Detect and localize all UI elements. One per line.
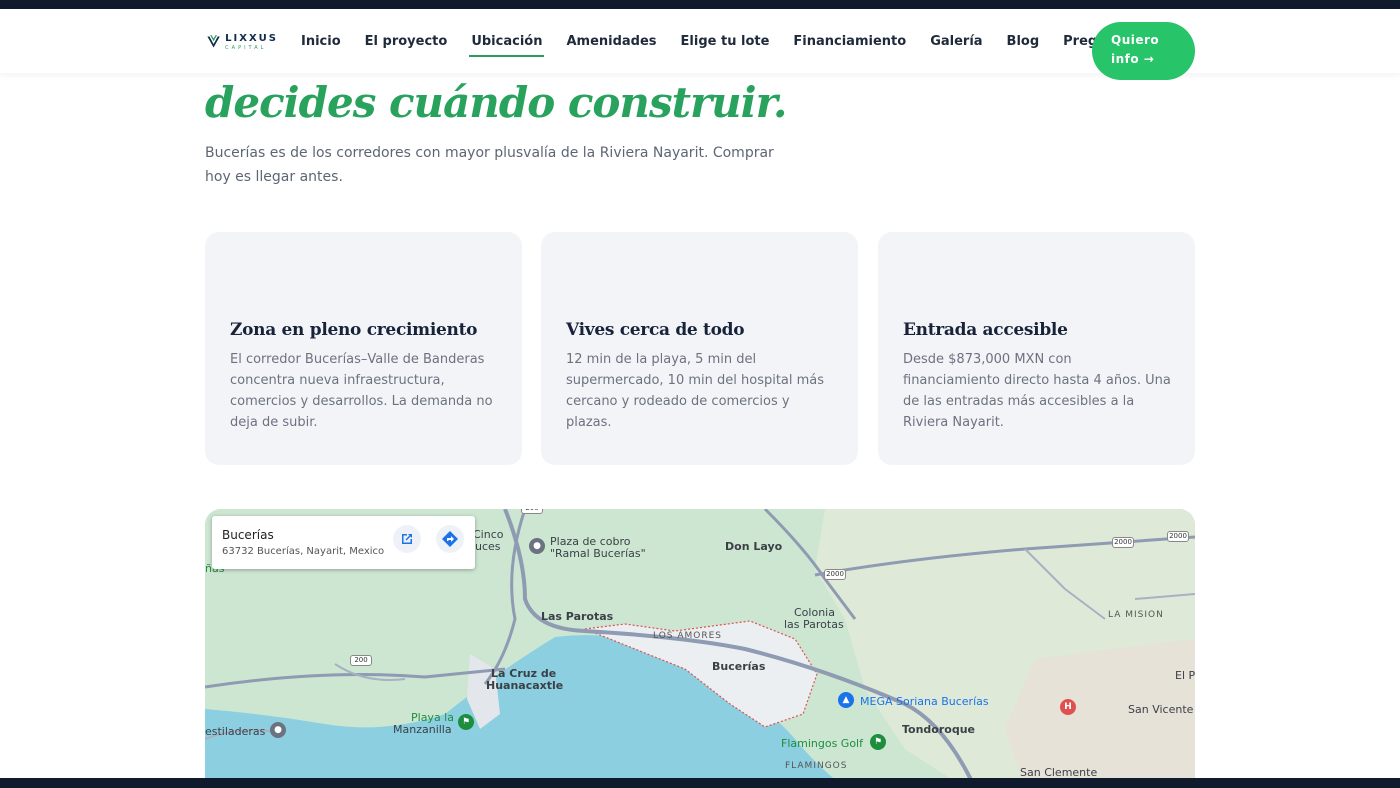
highway-200-shield: 200 xyxy=(521,509,543,514)
map-label: estiladeras xyxy=(205,725,266,738)
nav-link-blog[interactable]: Blog xyxy=(1007,34,1040,49)
open-in-new-icon xyxy=(402,534,412,544)
map-label: Don Layo xyxy=(725,540,783,553)
feature-card-title: Entrada accesible xyxy=(903,320,1068,340)
place-pin-icon[interactable]: ● xyxy=(270,722,286,738)
directions-button[interactable] xyxy=(436,525,464,553)
logo-name: LIXXUS xyxy=(225,32,278,44)
map-label: uces xyxy=(475,540,501,553)
highway-2000-shield: 2000 xyxy=(824,569,846,580)
feature-card-text: Desde $873,000 MXN con financiamiento di… xyxy=(903,352,1171,430)
feature-card-text: 12 min de la playa, 5 min del supermerca… xyxy=(566,352,825,430)
map-label: LA MISION xyxy=(1108,610,1164,620)
nav-link-ubicacion[interactable]: Ubicación xyxy=(469,34,545,57)
feature-card-nearby: Vives cerca de todo 12 min de la playa, … xyxy=(541,232,858,465)
map-label: El P xyxy=(1175,669,1195,682)
nav-link-el-proyecto[interactable]: El proyecto xyxy=(365,34,448,49)
quiero-info-button[interactable]: Quiero info → xyxy=(1092,22,1195,80)
map-label: MEGA Soriana Bucerías xyxy=(860,695,989,708)
nav-link-amenidades[interactable]: Amenidades xyxy=(566,34,656,49)
feature-card-access: Entrada accesible Desde $873,000 MXN con… xyxy=(878,232,1195,465)
map-label: Huanacaxtle xyxy=(486,679,564,692)
map-label: FLAMINGOS xyxy=(785,761,848,771)
map-label: "Ramal Bucerías" xyxy=(550,547,646,560)
lixxus-logo-icon xyxy=(207,35,220,48)
open-in-maps-button[interactable] xyxy=(393,525,421,553)
feature-card-growth: Zona en pleno crecimiento El corredor Bu… xyxy=(205,232,522,465)
nav-link-galeria[interactable]: Galería xyxy=(930,34,982,49)
map-label: las Parotas xyxy=(784,618,844,631)
nav-link-financiamiento[interactable]: Financiamiento xyxy=(793,34,906,49)
feature-card-title: Zona en pleno crecimiento xyxy=(230,320,478,340)
site-header: LIXXUS CAPITAL Inicio El proyecto Ubicac… xyxy=(0,9,1400,80)
directions-icon xyxy=(442,531,458,547)
shopping-icon[interactable]: ▲ xyxy=(838,692,854,708)
highway-2000-shield: 2000 xyxy=(1167,531,1189,542)
golf-icon[interactable]: ⚑ xyxy=(870,734,886,750)
window-bottom-bar xyxy=(0,778,1400,788)
feature-card-title: Vives cerca de todo xyxy=(566,320,745,340)
hero-subtitle: Bucerías es de los corredores con mayor … xyxy=(205,145,774,185)
nav-link-elige-tu-lote[interactable]: Elige tu lote xyxy=(681,34,770,49)
place-title: Bucerías xyxy=(222,528,274,542)
cta-line-1: Quiero xyxy=(1111,33,1160,47)
map-label: LOS AMORES xyxy=(653,631,723,641)
map-label: San Vicente xyxy=(1128,703,1194,716)
window-top-bar xyxy=(0,0,1400,9)
feature-card-text: El corredor Bucerías–Valle de Banderas c… xyxy=(230,352,493,430)
highway-2000-shield: 2000 xyxy=(1112,537,1134,548)
hero-title: decides cuándo construir. xyxy=(205,78,788,127)
place-info-card: Bucerías 63732 Bucerías, Nayarit, Mexico xyxy=(212,516,475,569)
map-label: Bucerías xyxy=(712,660,766,673)
beach-icon[interactable]: ⚑ xyxy=(458,714,474,730)
place-pin-icon[interactable]: ● xyxy=(529,538,545,554)
logo-subtitle: CAPITAL xyxy=(225,44,267,51)
hospital-icon[interactable]: H xyxy=(1060,699,1076,715)
cta-line-2: info → xyxy=(1111,52,1155,66)
location-map[interactable]: 200 200 2000 2000 2000 Cinco uces ● Plaz… xyxy=(205,509,1195,788)
map-label: Las Parotas xyxy=(541,610,614,623)
map-label: Manzanilla xyxy=(393,723,452,736)
map-label: Flamingos Golf xyxy=(781,737,863,750)
map-label: Tondoroque xyxy=(902,723,976,736)
site-logo[interactable]: LIXXUS CAPITAL xyxy=(206,27,278,57)
highway-200-shield: 200 xyxy=(350,655,372,666)
nav-link-inicio[interactable]: Inicio xyxy=(301,34,341,49)
place-address: 63732 Bucerías, Nayarit, Mexico xyxy=(222,546,385,557)
main-nav: Inicio El proyecto Ubicación Amenidades … xyxy=(289,9,1150,73)
